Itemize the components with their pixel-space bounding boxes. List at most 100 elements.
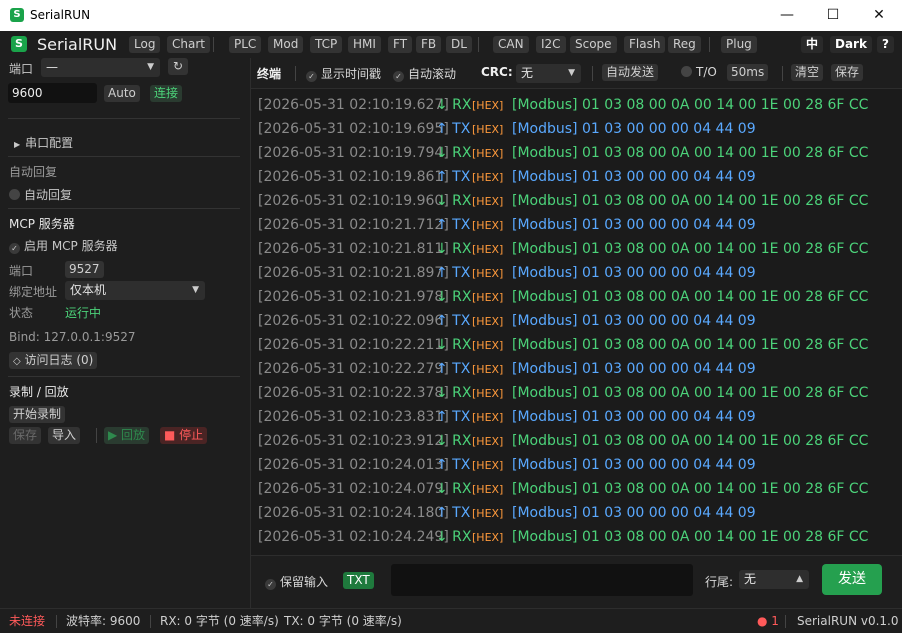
log-payload: [Modbus] 01 03 00 00 00 04 44 09 (512, 217, 756, 233)
show-timestamp-checkbox[interactable]: ✓ 显示时间戳 (306, 65, 381, 82)
log-direction: ↓ RX (436, 289, 472, 305)
menu-tab-flash[interactable]: Flash (624, 36, 666, 53)
refresh-icon[interactable]: ↻ (168, 58, 188, 75)
port-select[interactable]: — ▼ (41, 58, 160, 77)
log-row: [2026-05-31 02:10:24.180]↑ TX [HEX] [Modbu… (258, 501, 756, 525)
window-title: SerialRUN (30, 8, 91, 22)
menu-tab-dl[interactable]: DL (446, 36, 472, 53)
bind-address-label: 绑定地址 (9, 285, 58, 299)
auto-reply-section-title: 自动回复 (9, 165, 58, 179)
log-format-tag: [HEX] (472, 99, 504, 112)
connect-button[interactable]: 连接 (150, 85, 183, 102)
log-format-tag: [HEX] (472, 459, 504, 472)
close-button[interactable]: ✕ (856, 0, 902, 31)
mcp-port-input[interactable]: 9527 (65, 261, 104, 278)
timeout-input[interactable]: 50ms (727, 64, 769, 81)
crc-select[interactable]: 无 ▼ (516, 64, 581, 83)
log-timestamp: [2026-05-31 02:10:23.912] (258, 433, 449, 449)
divider (8, 156, 240, 157)
clear-button[interactable]: 清空 (791, 64, 824, 81)
save-log-button[interactable]: 保存 (831, 64, 864, 81)
menu-tab-reg[interactable]: Reg (668, 36, 701, 53)
log-payload: [Modbus] 01 03 08 00 0A 00 14 00 1E 00 2… (512, 145, 869, 161)
menu-tab-log[interactable]: Log (129, 36, 161, 53)
menu-tab-plc[interactable]: PLC (229, 36, 262, 53)
timeout-toggle[interactable]: T/O (681, 65, 717, 79)
divider (785, 615, 786, 628)
log-format-tag: [HEX] (472, 483, 504, 496)
terminal-log[interactable]: [2026-05-31 02:10:19.627]↓ RX[HEX] [Modbu… (251, 89, 902, 551)
connection-status: 未连接 (9, 614, 46, 628)
serial-config-expander[interactable]: ▶ 串口配置 (14, 134, 73, 151)
radio-icon (9, 189, 20, 200)
tx-status: TX: 0 字节 (0 速率/s) (284, 614, 402, 628)
access-log-button[interactable]: ◇ 访问日志 (0) (9, 352, 98, 369)
theme-toggle[interactable]: Dark (830, 36, 872, 53)
status-label: 状态 (9, 306, 34, 320)
port-label: 端口 (9, 62, 34, 76)
maximize-button[interactable]: ☐ (810, 0, 856, 31)
language-toggle[interactable]: 中 (801, 36, 824, 53)
line-ending-value: 无 (744, 572, 757, 586)
send-button[interactable]: 发送 (822, 564, 882, 595)
divider (213, 37, 214, 52)
menu-tab-chart[interactable]: Chart (167, 36, 210, 53)
log-timestamp: [2026-05-31 02:10:19.861] (258, 169, 449, 185)
record-section-title: 录制 / 回放 (9, 385, 69, 399)
log-direction: ↓ RX (436, 97, 472, 113)
menu-tab-i2c[interactable]: I2C (536, 36, 566, 53)
menu-tab-fb[interactable]: FB (416, 36, 442, 53)
menu-tab-plug[interactable]: Plug (721, 36, 757, 53)
terminal-tab[interactable]: 终端 (257, 65, 281, 82)
log-row: [2026-05-31 02:10:24.079]↓ RX[HEX] [Modbu… (258, 477, 868, 501)
log-payload: [Modbus] 01 03 00 00 00 04 44 09 (512, 265, 756, 281)
log-row: [2026-05-31 02:10:23.912]↓ RX[HEX] [Modbu… (258, 429, 868, 453)
keep-input-label: 保留输入 (280, 575, 329, 589)
menu-tab-ft[interactable]: FT (388, 36, 413, 53)
baud-rate-input[interactable]: 9600 (8, 83, 97, 103)
send-mode-toggle[interactable]: TXT (343, 572, 374, 589)
alert-indicator[interactable]: ● 1 (757, 609, 779, 633)
log-payload: [Modbus] 01 03 00 00 00 04 44 09 (512, 313, 756, 329)
log-direction: ↑ TX (436, 121, 471, 137)
rx-status: RX: 0 字节 (0 速率/s) (160, 614, 279, 628)
record-save-button[interactable]: 保存 (9, 427, 42, 444)
start-record-button[interactable]: 开始录制 (9, 406, 66, 423)
stop-button[interactable]: ■ 停止 (160, 427, 208, 444)
log-format-tag: [HEX] (472, 195, 504, 208)
log-direction: ↑ TX (436, 313, 471, 329)
record-import-button[interactable]: 导入 (48, 427, 81, 444)
menu-tab-tcp[interactable]: TCP (310, 36, 343, 53)
keep-input-checkbox[interactable]: ✓ 保留输入 (265, 573, 328, 590)
log-timestamp: [2026-05-31 02:10:21.897] (258, 265, 449, 281)
log-timestamp: [2026-05-31 02:10:19.960] (258, 193, 449, 209)
minimize-button[interactable]: — (764, 0, 810, 31)
divider (56, 615, 57, 628)
menu-tab-hmi[interactable]: HMI (348, 36, 381, 53)
line-ending-select[interactable]: 无 ▲ (739, 570, 809, 589)
menu-tab-mod[interactable]: Mod (268, 36, 304, 53)
log-direction: ↓ RX (436, 529, 472, 545)
brand-name: SerialRUN (37, 35, 118, 54)
replay-button[interactable]: ▶ 回放 (104, 427, 150, 444)
log-row: [2026-05-31 02:10:19.695]↑ TX [HEX] [Modbu… (258, 117, 756, 141)
log-direction: ↑ TX (436, 169, 471, 185)
log-direction: ↑ TX (436, 217, 471, 233)
log-timestamp: [2026-05-31 02:10:22.096] (258, 313, 449, 329)
auto-reply-toggle[interactable]: 自动回复 (9, 186, 72, 203)
help-button[interactable]: ? (877, 36, 894, 53)
log-row: [2026-05-31 02:10:22.211]↓ RX[HEX] [Modbu… (258, 333, 868, 357)
auto-baud-button[interactable]: Auto (104, 85, 140, 102)
auto-scroll-checkbox[interactable]: ✓ 自动滚动 (393, 65, 456, 82)
log-format-tag: [HEX] (472, 315, 504, 328)
mcp-enable-checkbox[interactable]: ✓ 启用 MCP 服务器 (9, 237, 118, 254)
divider (295, 66, 296, 81)
log-payload: [Modbus] 01 03 08 00 0A 00 14 00 1E 00 2… (512, 289, 869, 305)
log-row: [2026-05-31 02:10:22.096]↑ TX [HEX] [Modbu… (258, 309, 756, 333)
bind-address-select[interactable]: 仅本机 ▼ (65, 281, 205, 300)
auto-send-button[interactable]: 自动发送 (602, 64, 659, 81)
send-input[interactable] (391, 564, 693, 596)
divider (478, 37, 479, 52)
menu-tab-scope[interactable]: Scope (570, 36, 617, 53)
menu-tab-can[interactable]: CAN (493, 36, 529, 53)
